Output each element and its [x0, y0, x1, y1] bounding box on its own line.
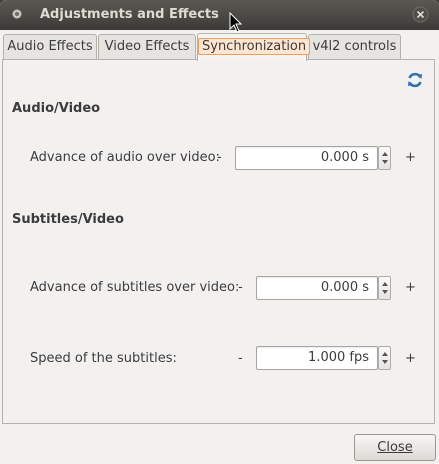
subtitles-speed-minus: - [238, 351, 243, 366]
chevron-up-icon[interactable] [382, 282, 388, 286]
chevron-down-icon[interactable] [382, 360, 388, 364]
close-button[interactable]: Close [354, 434, 436, 461]
subtitles-speed-stepper[interactable] [378, 346, 391, 370]
window-menu-icon[interactable] [11, 8, 23, 20]
audio-video-heading: Audio/Video [12, 101, 101, 116]
audio-advance-input[interactable]: 0.000 s [235, 146, 378, 170]
audio-advance-label: Advance of audio over video: [30, 150, 220, 165]
audio-advance-plus: + [405, 150, 416, 165]
subtitles-advance-value: 0.000 s [320, 280, 369, 295]
adjustments-window: Adjustments and Effects Audio Effects Vi… [0, 0, 439, 464]
subtitles-advance-input[interactable]: 0.000 s [256, 276, 378, 300]
chevron-down-icon[interactable] [382, 160, 388, 164]
audio-advance-minus: - [217, 150, 222, 165]
title-bar[interactable]: Adjustments and Effects [0, 0, 439, 33]
audio-advance-stepper[interactable] [378, 146, 391, 170]
tab-audio-effects[interactable]: Audio Effects [3, 34, 97, 59]
subtitles-advance-stepper[interactable] [378, 276, 391, 300]
chevron-up-icon[interactable] [382, 352, 388, 356]
tab-synchronization[interactable]: Synchronization [197, 33, 311, 61]
subtitles-advance-label: Advance of subtitles over video: [30, 280, 240, 295]
subtitles-video-heading: Subtitles/Video [12, 212, 124, 227]
subtitles-speed-input[interactable]: 1.000 fps [256, 346, 378, 370]
tab-video-effects[interactable]: Video Effects [98, 34, 196, 59]
subtitles-speed-plus: + [405, 351, 416, 366]
chevron-down-icon[interactable] [382, 290, 388, 294]
subtitles-advance-minus: - [238, 280, 243, 295]
audio-advance-value: 0.000 s [320, 150, 369, 165]
refresh-icon[interactable] [405, 70, 425, 90]
chevron-up-icon[interactable] [382, 152, 388, 156]
subtitles-advance-plus: + [405, 280, 416, 295]
subtitles-speed-label: Speed of the subtitles: [30, 351, 177, 366]
tab-bar: Audio Effects Video Effects Synchronizat… [0, 30, 439, 61]
tab-v4l2-controls[interactable]: v4l2 controls [308, 34, 401, 59]
close-icon[interactable] [412, 6, 429, 23]
window-title: Adjustments and Effects [40, 7, 219, 22]
subtitles-speed-value: 1.000 fps [308, 350, 369, 365]
